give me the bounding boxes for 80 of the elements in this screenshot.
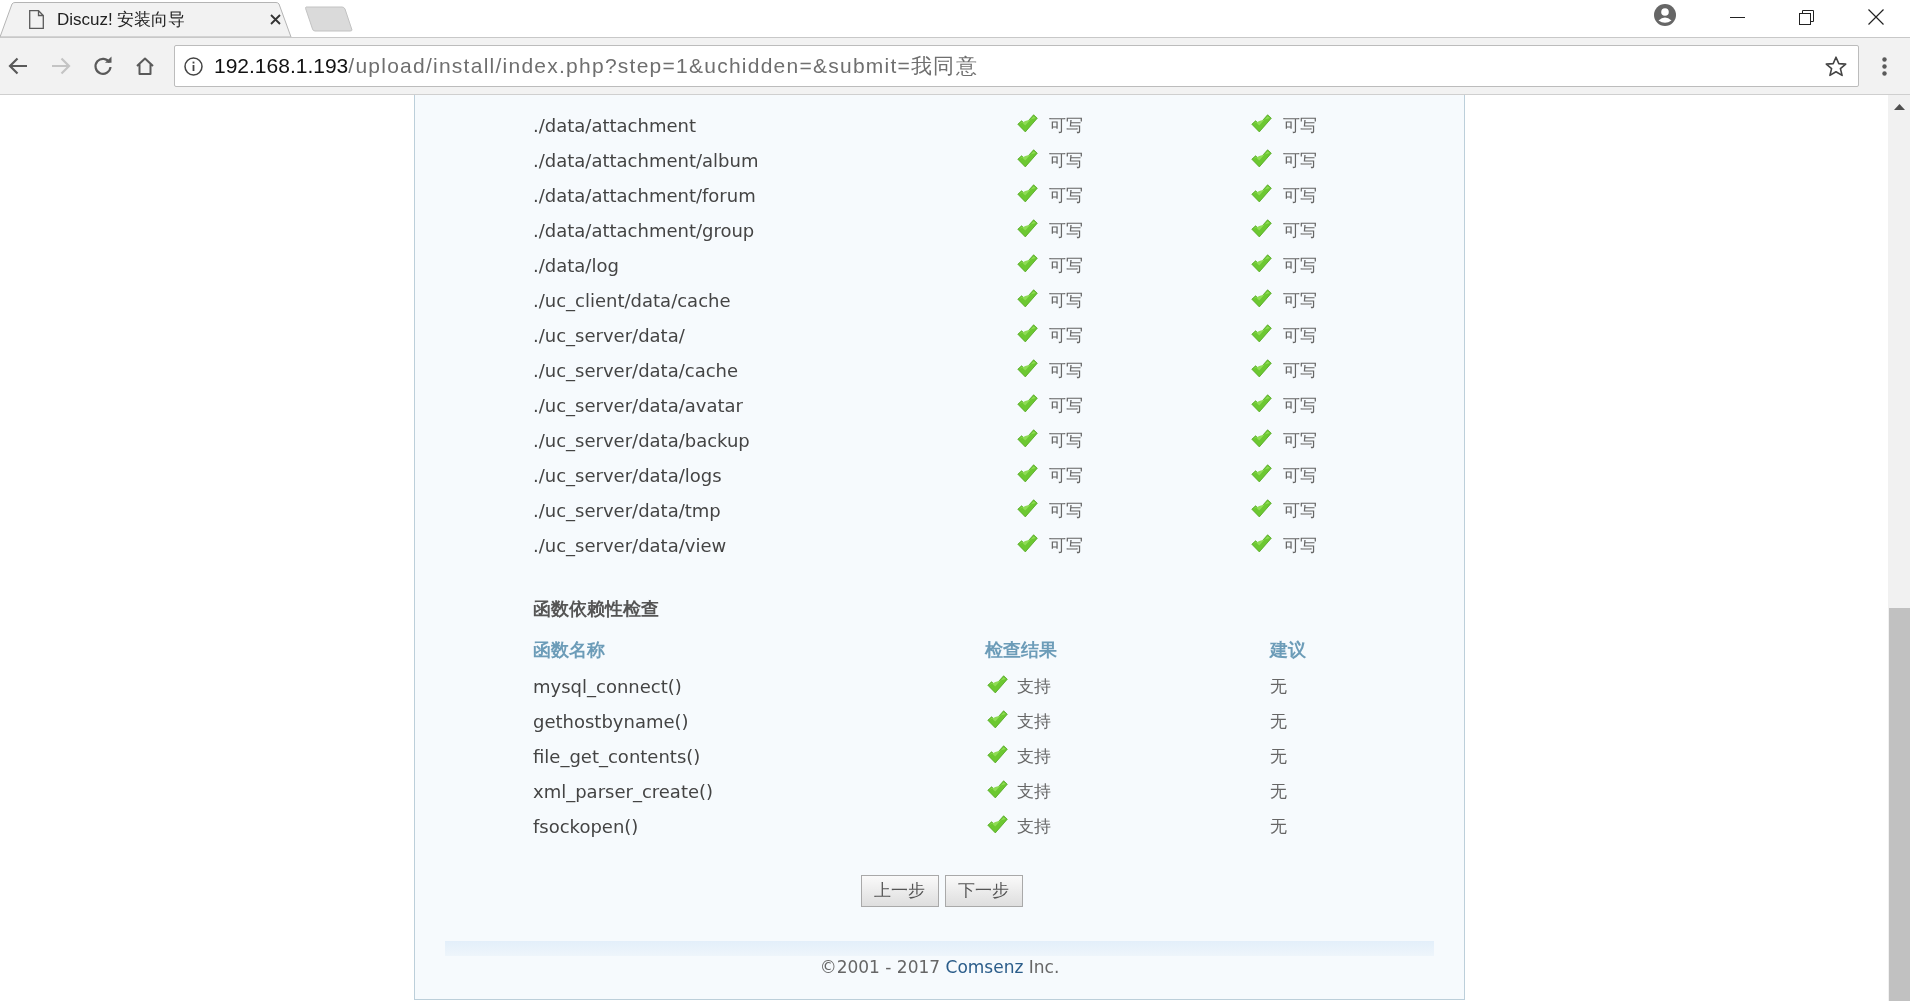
directory-path: ./uc_server/data/view (533, 534, 728, 559)
star-icon[interactable] (1825, 55, 1847, 77)
copyright-text: ©2001 - 2017 Comsenz Inc. (415, 956, 1464, 980)
profile-icon[interactable] (1654, 4, 1676, 26)
status-text: 可写 (1283, 428, 1317, 452)
menu-icon (1881, 56, 1887, 76)
status-text: 可写 (1049, 218, 1083, 242)
section-title: 函数依赖性检查 (533, 597, 659, 621)
directory-path: ./data/log (533, 254, 620, 278)
status-text: 可写 (1283, 148, 1317, 172)
up-arrow-icon (1893, 104, 1905, 110)
status-text: 可写 (1049, 148, 1083, 172)
status-text: 可写 (1049, 288, 1083, 312)
info-icon (184, 56, 203, 76)
function-name: file_get_contents() (533, 745, 702, 770)
result-text: 支持 (1017, 744, 1051, 768)
status-text: 可写 (1283, 393, 1317, 417)
url-text: 192.168.1.193/upload/install/index.php?step=1&uchidden=&submit=我同意 (214, 53, 979, 80)
back-icon (8, 56, 28, 76)
previous-button[interactable]: 上一步 (860, 875, 939, 907)
function-name: gethostbyname() (533, 710, 690, 734)
forward-icon (51, 56, 71, 76)
status-text: 可写 (1283, 463, 1317, 487)
directory-path: ./uc_server/data/cache (533, 359, 740, 384)
directory-path: ./data/attachment/group (533, 219, 756, 243)
status-text: 可写 (1049, 323, 1083, 347)
home-icon (135, 56, 155, 76)
status-text: 可写 (1283, 288, 1317, 312)
directory-path: ./uc_client/data/cache (533, 289, 732, 314)
directory-path: ./uc_server/data/backup (533, 429, 751, 454)
address-field[interactable]: 192.168.1.193/upload/install/index.php?step=1&uchidden=&submit=我同意 (174, 45, 1859, 87)
reload-icon (93, 56, 113, 76)
status-text: 可写 (1049, 358, 1083, 382)
company-link[interactable]: Comsenz (945, 955, 1024, 981)
scrollbar-thumb[interactable] (1889, 608, 1910, 1001)
status-text: 可写 (1049, 428, 1083, 452)
directory-path: ./uc_server/data/ (533, 324, 686, 349)
page-icon (29, 10, 44, 29)
status-text: 可写 (1049, 463, 1083, 487)
advice-text: 无 (1270, 674, 1287, 698)
status-text: 可写 (1049, 183, 1083, 207)
next-button[interactable]: 下一步 (944, 875, 1023, 907)
directory-path: ./uc_server/data/tmp (533, 499, 722, 524)
directory-path: ./uc_server/data/logs (533, 464, 723, 489)
close-icon (269, 14, 281, 25)
result-text: 支持 (1017, 779, 1051, 803)
status-text: 可写 (1283, 358, 1317, 382)
function-name: fsockopen() (533, 815, 640, 839)
status-text: 可写 (1049, 393, 1083, 417)
close-icon (1867, 9, 1884, 25)
advice-text: 无 (1270, 709, 1287, 733)
result-text: 支持 (1017, 709, 1051, 733)
status-text: 可写 (1049, 253, 1083, 277)
result-text: 支持 (1017, 674, 1051, 698)
result-text: 支持 (1017, 814, 1051, 838)
status-text: 可写 (1283, 323, 1317, 347)
directory-path: ./uc_server/data/avatar (533, 394, 744, 419)
status-text: 可写 (1283, 533, 1317, 557)
minimize-icon (1730, 16, 1745, 18)
column-header: 建议 (1270, 638, 1307, 662)
status-text: 可写 (1049, 533, 1083, 557)
directory-path: ./data/attachment (533, 114, 697, 138)
status-text: 可写 (1283, 498, 1317, 522)
status-text: 可写 (1283, 253, 1317, 277)
directory-path: ./data/attachment/album (533, 149, 760, 173)
column-header: 检查结果 (985, 638, 1058, 662)
directory-path: ./data/attachment/forum (533, 184, 757, 208)
status-text: 可写 (1283, 183, 1317, 207)
status-text: 可写 (1049, 113, 1083, 137)
restore-icon (1799, 9, 1814, 25)
function-name: mysql_connect() (533, 675, 683, 700)
column-header: 函数名称 (533, 638, 606, 662)
advice-text: 无 (1270, 779, 1287, 803)
status-text: 可写 (1283, 113, 1317, 137)
advice-text: 无 (1270, 814, 1287, 838)
status-text: 可写 (1049, 498, 1083, 522)
function-name: xml_parser_create() (533, 780, 715, 805)
browser-tab[interactable]: Discuz! 安装向导 (0, 2, 292, 37)
advice-text: 无 (1270, 744, 1287, 768)
status-text: 可写 (1283, 218, 1317, 242)
